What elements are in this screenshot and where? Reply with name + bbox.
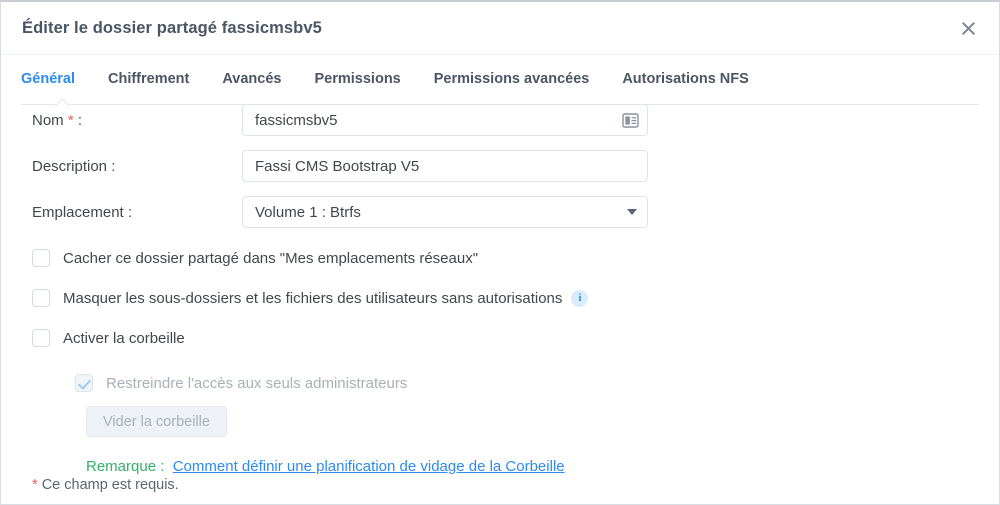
name-input[interactable] xyxy=(242,104,648,136)
tab-bar: Général Chiffrement Avancés Permissions … xyxy=(1,55,999,100)
note-link[interactable]: Comment définir une planification de vid… xyxy=(173,458,565,475)
form-row-description: Description : xyxy=(21,146,979,186)
location-select[interactable]: Volume 1 : Btrfs xyxy=(242,196,648,228)
empty-recycle-bin-row: Vider la corbeille xyxy=(21,406,979,437)
name-label: Nom * : xyxy=(21,112,242,129)
required-field-footnote: * Ce champ est requis. xyxy=(32,477,179,493)
note-label: Remarque : xyxy=(86,458,164,475)
enable-recycle-bin-label[interactable]: Activer la corbeille xyxy=(63,330,185,347)
hide-subfolders-checkbox[interactable] xyxy=(32,289,50,307)
close-icon[interactable] xyxy=(951,11,985,45)
dialog-titlebar: Éditer le dossier partagé fassicmsbv5 xyxy=(1,2,999,55)
description-field-wrap xyxy=(242,150,648,182)
edit-shared-folder-dialog: Éditer le dossier partagé fassicmsbv5 Gé… xyxy=(0,0,1000,505)
description-input[interactable] xyxy=(242,150,648,182)
empty-recycle-bin-button: Vider la corbeille xyxy=(86,406,227,437)
hide-share-checkbox[interactable] xyxy=(32,249,50,267)
restrict-admins-label: Restreindre l'accès aux seuls administra… xyxy=(106,375,407,392)
location-select-wrap: Volume 1 : Btrfs xyxy=(242,196,648,228)
checkbox-row-hide-share: Cacher ce dossier partagé dans "Mes empl… xyxy=(21,238,979,278)
tab-chiffrement[interactable]: Chiffrement xyxy=(108,69,189,87)
location-select-value: Volume 1 : Btrfs xyxy=(255,204,361,221)
location-label: Emplacement : xyxy=(21,204,242,221)
note-row: Remarque : Comment définir une planifica… xyxy=(21,458,979,475)
checkbox-row-restrict-admins: Restreindre l'accès aux seuls administra… xyxy=(21,363,979,403)
hide-share-label[interactable]: Cacher ce dossier partagé dans "Mes empl… xyxy=(63,250,478,267)
address-book-icon[interactable] xyxy=(620,110,640,130)
name-required-mark: * xyxy=(68,112,74,129)
required-footnote-star: * xyxy=(32,477,38,493)
tab-general[interactable]: Général xyxy=(21,69,75,87)
hide-subfolders-label[interactable]: Masquer les sous-dossiers et les fichier… xyxy=(63,290,562,307)
name-label-text: Nom xyxy=(32,112,64,129)
form-row-name: Nom * : xyxy=(21,100,979,140)
tab-permissions[interactable]: Permissions xyxy=(315,69,401,87)
checkbox-row-enable-recycle-bin: Activer la corbeille xyxy=(21,318,979,358)
name-field-wrap xyxy=(242,104,648,136)
tab-autorisations-nfs[interactable]: Autorisations NFS xyxy=(622,69,748,87)
required-footnote-text: Ce champ est requis. xyxy=(42,477,179,493)
restrict-admins-checkbox xyxy=(75,374,93,392)
info-icon[interactable]: i xyxy=(571,290,588,307)
dialog-body: Nom * : Description : xyxy=(1,100,999,475)
description-label: Description : xyxy=(21,158,242,175)
checkbox-row-hide-subfolders: Masquer les sous-dossiers et les fichier… xyxy=(21,278,979,318)
dialog-title: Éditer le dossier partagé fassicmsbv5 xyxy=(22,19,322,38)
form-row-location: Emplacement : Volume 1 : Btrfs xyxy=(21,192,979,232)
tab-permissions-avancees[interactable]: Permissions avancées xyxy=(434,69,590,87)
enable-recycle-bin-checkbox[interactable] xyxy=(32,329,50,347)
name-label-colon: : xyxy=(78,112,82,129)
tab-avances[interactable]: Avancés xyxy=(222,69,281,87)
